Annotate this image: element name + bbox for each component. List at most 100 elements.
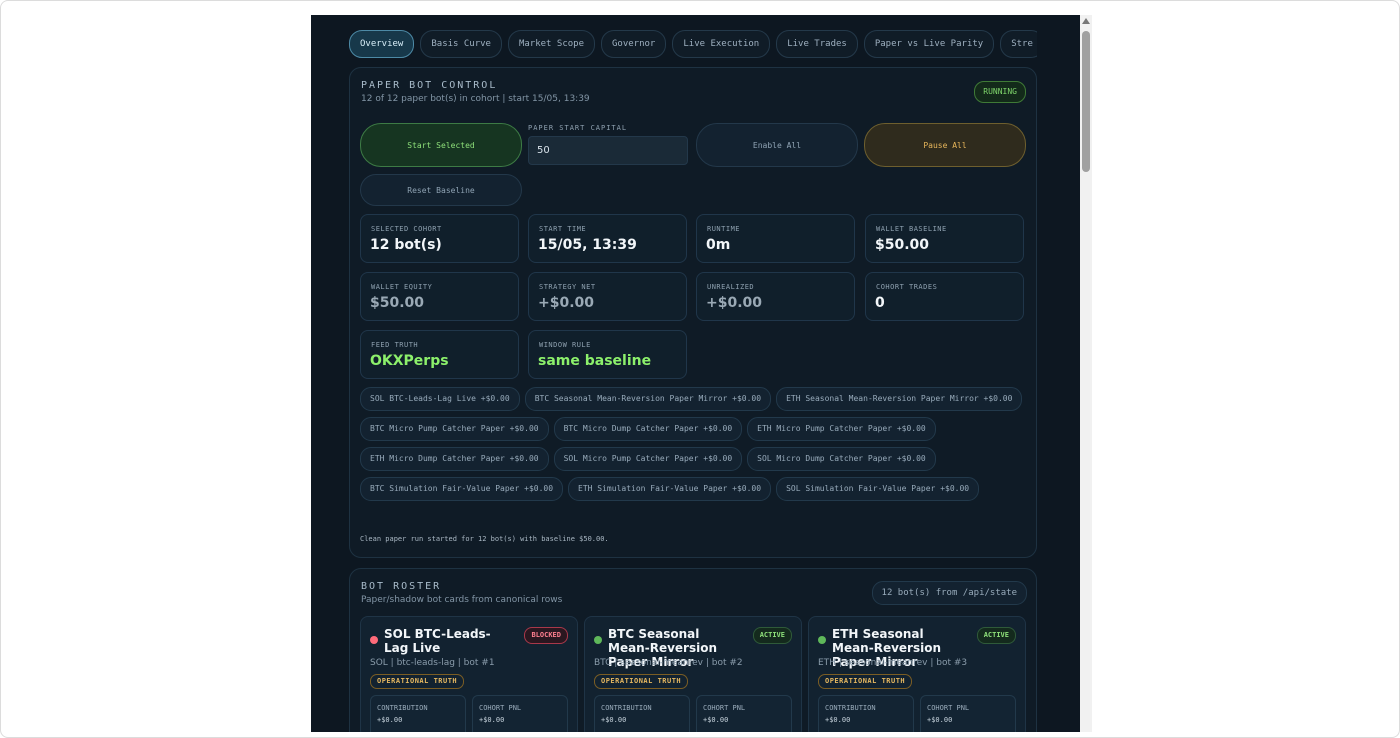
stat-value: 0 — [875, 295, 885, 311]
stat-value: same baseline — [538, 353, 652, 369]
stat-value: 0m — [706, 237, 731, 253]
control-title: PAPER BOT CONTROL — [361, 80, 498, 91]
mini-label: CONTRIBUTION — [825, 704, 876, 712]
status-dot — [594, 636, 602, 644]
bot-chip[interactable]: BTC Seasonal Mean-Reversion Paper Mirror… — [524, 387, 772, 411]
tab-live-trades[interactable]: Live Trades — [776, 30, 858, 58]
bot-chip[interactable]: ETH Seasonal Mean-Reversion Paper Mirror… — [776, 387, 1023, 411]
stat-label: FEED TRUTH — [371, 341, 419, 349]
stat-label: START TIME — [539, 225, 587, 233]
roster-count-badge: 12 bot(s) from /api/state — [871, 581, 1027, 605]
contribution-box: CONTRIBUTION +$0.00 — [370, 695, 466, 732]
bot-chip[interactable]: BTC Simulation Fair-Value Paper +$0.00 — [360, 477, 564, 501]
bot-chip[interactable]: BTC Micro Pump Catcher Paper +$0.00 — [360, 417, 549, 441]
mini-value: +$0.00 — [825, 716, 851, 724]
tab-stre[interactable]: Stre — [1000, 30, 1037, 58]
status-dot — [818, 636, 826, 644]
bot-chip[interactable]: ETH Simulation Fair-Value Paper +$0.00 — [568, 477, 772, 501]
cohort-pnl-box: COHORT PNL +$0.00 — [696, 695, 792, 732]
mini-label: COHORT PNL — [703, 704, 746, 712]
reset-baseline-button[interactable]: Reset Baseline — [360, 174, 522, 206]
stat-value: 15/05, 13:39 — [538, 237, 637, 253]
bot-roster-panel: BOT ROSTER Paper/shadow bot cards from c… — [349, 568, 1037, 732]
stat-strategy-net: STRATEGY NET +$0.00 — [528, 272, 687, 321]
truth-badge: OPERATIONAL TRUTH — [818, 674, 913, 689]
tab-paper-vs-live-parity[interactable]: Paper vs Live Parity — [863, 30, 995, 58]
status-badge: ACTIVE — [752, 627, 792, 644]
stat-runtime: RUNTIME 0m — [696, 214, 855, 263]
cohort-pnl-box: COHORT PNL +$0.00 — [472, 695, 568, 732]
control-subtitle: 12 of 12 paper bot(s) in cohort | start … — [361, 94, 590, 104]
stat-value: $50.00 — [875, 237, 930, 253]
status-badge: ACTIVE — [976, 627, 1016, 644]
tab-overview[interactable]: Overview — [349, 30, 415, 58]
stat-label: WALLET BASELINE — [876, 225, 947, 233]
bot-chip[interactable]: BTC Micro Dump Catcher Paper +$0.00 — [553, 417, 743, 441]
status-dot — [370, 636, 378, 644]
tab-bar: Overview Basis Curve Market Scope Govern… — [349, 30, 1037, 58]
mini-value: +$0.00 — [479, 716, 505, 724]
stat-window-rule: WINDOW RULE same baseline — [528, 330, 687, 379]
scroll-up-arrow-icon[interactable] — [1082, 18, 1090, 24]
stat-value: +$0.00 — [538, 295, 595, 311]
stat-feed-truth: FEED TRUTH OKXPerps — [360, 330, 519, 379]
tab-live-execution[interactable]: Live Execution — [672, 30, 771, 58]
bot-meta: SOL | btc-leads-lag | bot #1 — [370, 658, 495, 668]
stat-cohort-trades: COHORT TRADES 0 — [865, 272, 1024, 321]
mini-label: CONTRIBUTION — [601, 704, 652, 712]
mini-value: +$0.00 — [927, 716, 953, 724]
status-badge: BLOCKED — [524, 627, 568, 644]
start-selected-button[interactable]: Start Selected — [360, 123, 522, 167]
mini-value: +$0.00 — [377, 716, 403, 724]
pause-all-button[interactable]: Pause All — [864, 123, 1026, 167]
stat-label: WINDOW RULE — [539, 341, 591, 349]
truth-badge: OPERATIONAL TRUTH — [370, 674, 465, 689]
bot-chip[interactable]: SOL Micro Pump Catcher Paper +$0.00 — [553, 447, 743, 471]
roster-title: BOT ROSTER — [361, 581, 442, 592]
mini-label: CONTRIBUTION — [377, 704, 428, 712]
capital-label: PAPER START CAPITAL — [528, 124, 628, 132]
stat-wallet-equity: WALLET EQUITY $50.00 — [360, 272, 519, 321]
cohort-pnl-box: COHORT PNL +$0.00 — [920, 695, 1016, 732]
bot-meta: BTC | seasonal-meanrev | bot #2 — [594, 658, 743, 668]
tab-market-scope[interactable]: Market Scope — [507, 30, 595, 58]
bot-chip[interactable]: SOL Simulation Fair-Value Paper +$0.00 — [776, 477, 980, 501]
control-note: Clean paper run started for 12 bot(s) wi… — [360, 535, 609, 543]
stat-value: $50.00 — [370, 295, 425, 311]
tab-governor[interactable]: Governor — [601, 30, 667, 58]
stat-wallet-baseline: WALLET BASELINE $50.00 — [865, 214, 1024, 263]
capital-input[interactable] — [528, 136, 688, 165]
stat-start-time: START TIME 15/05, 13:39 — [528, 214, 687, 263]
truth-badge: OPERATIONAL TRUTH — [594, 674, 689, 689]
bot-name: SOL BTC-Leads-Lag Live — [384, 627, 491, 655]
bot-chip[interactable]: ETH Micro Dump Catcher Paper +$0.00 — [360, 447, 549, 471]
bot-card[interactable]: SOL BTC-Leads-Lag Live BLOCKED SOL | btc… — [360, 616, 578, 732]
bot-card[interactable]: ETH Seasonal Mean-Reversion Paper Mirror… — [808, 616, 1026, 732]
stat-label: WALLET EQUITY — [371, 283, 433, 291]
contribution-box: CONTRIBUTION +$0.00 — [594, 695, 690, 732]
stat-value: +$0.00 — [706, 295, 763, 311]
bot-chip[interactable]: SOL BTC-Leads-Lag Live +$0.00 — [360, 387, 520, 411]
mini-label: COHORT PNL — [927, 704, 970, 712]
scroll-thumb[interactable] — [1082, 31, 1090, 172]
enable-all-button[interactable]: Enable All — [696, 123, 858, 167]
stat-label: RUNTIME — [707, 225, 741, 233]
stat-value: OKXPerps — [370, 353, 449, 369]
roster-subtitle: Paper/shadow bot cards from canonical ro… — [361, 595, 563, 605]
contribution-box: CONTRIBUTION +$0.00 — [818, 695, 914, 732]
tab-basis-curve[interactable]: Basis Curve — [420, 30, 502, 58]
stat-value: 12 bot(s) — [370, 237, 442, 253]
bot-meta: ETH | seasonal-meanrev | bot #3 — [818, 658, 968, 668]
vertical-scrollbar[interactable] — [1080, 15, 1092, 732]
dashboard-viewport: Overview Basis Curve Market Scope Govern… — [311, 15, 1080, 732]
stat-label: SELECTED COHORT — [371, 225, 442, 233]
mini-label: COHORT PNL — [479, 704, 522, 712]
stat-label: UNREALIZED — [707, 283, 755, 291]
bot-card[interactable]: BTC Seasonal Mean-Reversion Paper Mirror… — [584, 616, 802, 732]
bot-chip-list: SOL BTC-Leads-Lag Live +$0.00 BTC Season… — [360, 387, 1025, 501]
bot-chip[interactable]: SOL Micro Dump Catcher Paper +$0.00 — [747, 447, 936, 471]
bot-chip[interactable]: ETH Micro Pump Catcher Paper +$0.00 — [747, 417, 936, 441]
stat-label: COHORT TRADES — [876, 283, 938, 291]
stat-selected-cohort: SELECTED COHORT 12 bot(s) — [360, 214, 519, 263]
mini-value: +$0.00 — [601, 716, 627, 724]
